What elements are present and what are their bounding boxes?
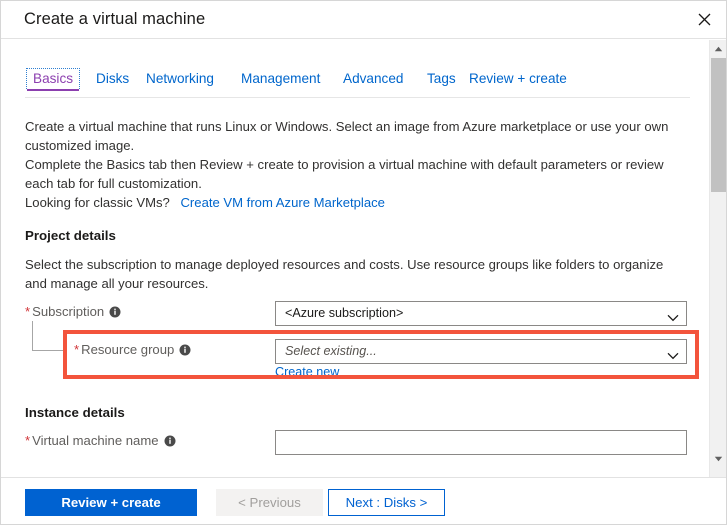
project-details-heading: Project details	[25, 228, 116, 243]
tab-review-create[interactable]: Review + create	[467, 68, 569, 90]
dialog-description-line-2: Complete the Basics tab then Review + cr…	[25, 155, 685, 193]
dialog-description-line-3: Looking for classic VMs? Create VM from …	[25, 193, 685, 212]
tab-basics[interactable]: Basics	[26, 68, 80, 89]
resource-group-label: *Resource group	[74, 342, 191, 359]
chevron-down-icon	[667, 347, 679, 365]
resource-group-dropdown[interactable]: Select existing...	[275, 339, 687, 364]
scroll-up-button[interactable]	[710, 40, 726, 57]
subscription-dropdown[interactable]: <Azure subscription>	[275, 301, 687, 326]
subscription-info-icon[interactable]	[109, 306, 121, 321]
resource-group-label-text: Resource group	[81, 342, 174, 357]
page-title: Create a virtual machine	[24, 10, 205, 29]
tab-advanced-label: Advanced	[343, 71, 403, 86]
resource-group-required-marker: *	[74, 342, 79, 357]
tab-advanced[interactable]: Advanced	[341, 68, 405, 90]
scroll-up-arrow-icon	[714, 46, 723, 52]
dialog-description-line-1: Create a virtual machine that runs Linux…	[25, 117, 685, 155]
subscription-required-marker: *	[25, 304, 30, 319]
subscription-label-text: Subscription	[32, 304, 104, 319]
scroll-down-arrow-icon	[714, 456, 723, 462]
tab-disks[interactable]: Disks	[94, 68, 131, 90]
tab-review-create-label: Review + create	[469, 71, 567, 86]
create-vm-marketplace-link[interactable]: Create VM from Azure Marketplace	[180, 195, 384, 210]
annotation-connector-horizontal	[32, 350, 65, 351]
tab-bar: Basics Disks Networking Management Advan…	[1, 68, 706, 98]
subscription-label: *Subscription	[25, 304, 121, 321]
vm-name-label: *Virtual machine name	[25, 433, 176, 450]
create-vm-dialog: Create a virtual machine Basics Disks Ne…	[0, 0, 727, 525]
vm-name-required-marker: *	[25, 433, 30, 448]
dialog-content: Basics Disks Networking Management Advan…	[1, 39, 727, 479]
scrollbar-thumb[interactable]	[711, 58, 726, 192]
content-scrollbar[interactable]	[709, 40, 726, 478]
tab-networking-label: Networking	[146, 71, 214, 86]
next-disks-button[interactable]: Next : Disks >	[328, 489, 445, 516]
resource-group-info-icon[interactable]	[179, 344, 191, 359]
close-button[interactable]	[683, 1, 725, 38]
previous-button[interactable]: < Previous	[216, 489, 323, 516]
vm-name-label-text: Virtual machine name	[32, 433, 158, 448]
subscription-dropdown-value: <Azure subscription>	[285, 306, 403, 320]
tab-bar-divider	[25, 97, 690, 98]
review-create-button[interactable]: Review + create	[25, 489, 197, 516]
close-icon	[698, 13, 711, 26]
vm-name-info-icon[interactable]	[164, 435, 176, 450]
tab-active-underline	[27, 89, 79, 91]
tab-management-label: Management	[241, 71, 320, 86]
resource-group-dropdown-placeholder: Select existing...	[285, 344, 377, 358]
dialog-titlebar: Create a virtual machine	[1, 1, 727, 39]
tab-tags[interactable]: Tags	[425, 68, 458, 90]
annotation-connector-vertical	[32, 321, 33, 351]
classic-vm-question: Looking for classic VMs?	[25, 195, 170, 210]
dialog-footer: Review + create < Previous Next : Disks …	[1, 477, 727, 524]
scroll-down-button[interactable]	[710, 450, 726, 467]
instance-details-heading: Instance details	[25, 405, 125, 420]
tab-disks-label: Disks	[96, 71, 129, 86]
chevron-down-icon	[667, 309, 679, 327]
tab-networking[interactable]: Networking	[144, 68, 216, 90]
tab-basics-label: Basics	[33, 71, 73, 86]
project-details-description: Select the subscription to manage deploy…	[25, 255, 685, 293]
create-new-resource-group-link[interactable]: Create new	[275, 365, 339, 379]
tab-tags-label: Tags	[427, 71, 456, 86]
tab-management[interactable]: Management	[239, 68, 322, 90]
vm-name-input[interactable]	[275, 430, 687, 455]
